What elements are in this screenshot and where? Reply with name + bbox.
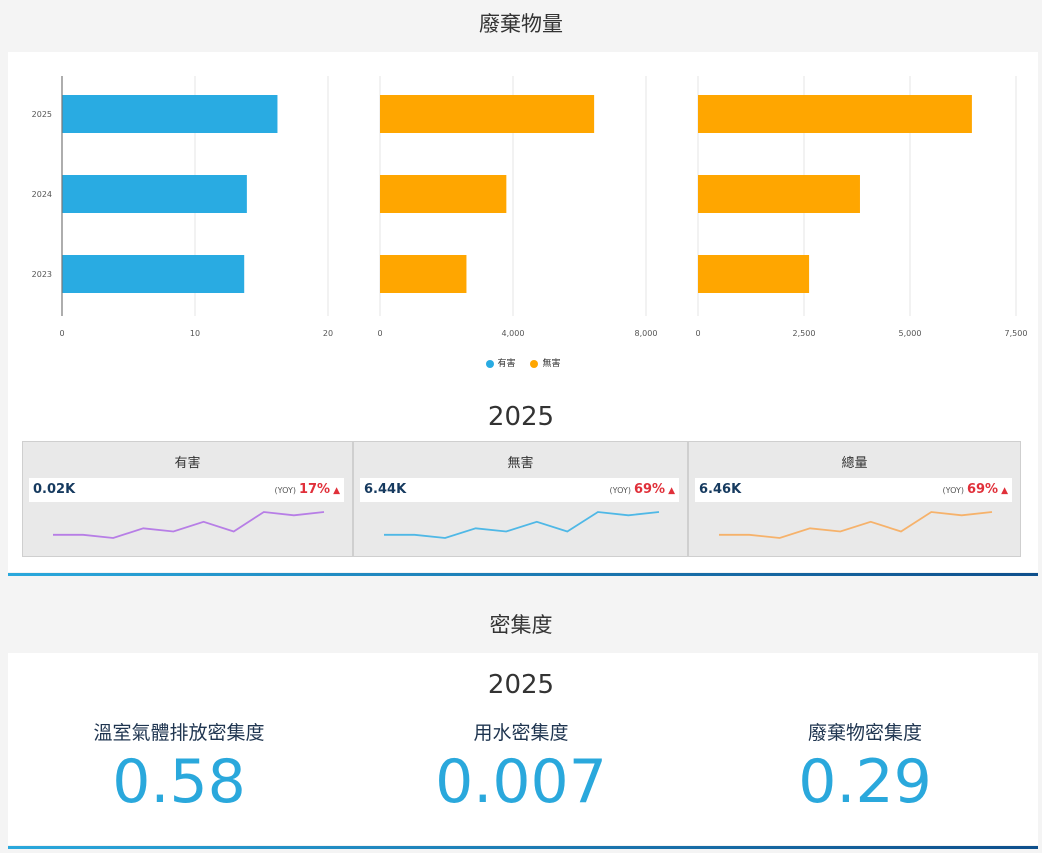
kpi-yoy: (YOY) 17% ▲ [275, 482, 340, 497]
x-tick-label: 20 [323, 329, 333, 338]
section-divider [8, 846, 1038, 849]
x-tick-label: 8,000 [635, 329, 658, 338]
x-tick-label: 4,000 [502, 329, 525, 338]
kpi-title: 有害 [174, 456, 201, 471]
y-tick-label: 2025 [32, 110, 52, 119]
bar [380, 175, 507, 213]
up-arrow-icon: ▲ [1001, 486, 1008, 496]
bar [62, 95, 278, 133]
x-tick-label: 7,500 [1005, 329, 1028, 338]
bar [380, 255, 467, 293]
yoy-percent: 17% [298, 482, 331, 497]
chart-legend: 有害 無害 [8, 356, 1038, 369]
kpi-value: 6.44K [364, 482, 407, 497]
bar [380, 95, 595, 133]
kpi-sparkline [719, 511, 993, 539]
kpi-title: 總量 [841, 456, 868, 471]
y-tick-label: 2024 [32, 190, 52, 199]
kpi-yoy: (YOY) 69% ▲ [943, 482, 1008, 497]
yoy-label: (YOY) [609, 486, 631, 495]
intensity-year: 2025 [487, 670, 555, 700]
kpi-year: 2025 [487, 402, 555, 432]
metric-waste-intensity: 廢棄物密集度 0.29 [700, 718, 1030, 815]
bar [62, 175, 247, 213]
kpi-value-row: 6.44K (YOY) 69% ▲ [360, 478, 679, 502]
metric-label: 用水密集度 [473, 722, 569, 744]
kpi-value-row: 6.46K (YOY) 69% ▲ [695, 478, 1012, 502]
metric-label: 溫室氣體排放密集度 [93, 722, 265, 744]
intensity-section-title: 密集度 [489, 613, 553, 637]
legend-label-nonhazardous: 無害 [542, 359, 561, 369]
waste-bar-charts: 0 10 20 2025 2024 2023 0 4,000 8,000 0 2,500 5,000 7… [32, 76, 1028, 338]
sparkline-path [53, 511, 325, 539]
legend-dot-icon [485, 359, 494, 368]
x-tick-label: 5,000 [899, 329, 922, 338]
metric-label: 廢棄物密集度 [807, 722, 922, 744]
yoy-percent: 69% [966, 482, 999, 497]
kpi-card: 有害 0.02K (YOY) 17% ▲ [22, 441, 353, 557]
kpi-card: 總量 6.46K (YOY) 69% ▲ [688, 441, 1021, 557]
up-arrow-icon: ▲ [668, 486, 675, 496]
yoy-percent: 69% [633, 482, 666, 497]
legend-item-hazardous[interactable]: 有害 [485, 359, 519, 369]
x-tick-label: 0 [59, 329, 64, 338]
metric-value: 0.29 [798, 747, 932, 817]
metric-ghg-intensity: 溫室氣體排放密集度 0.58 [14, 718, 344, 815]
yoy-label: (YOY) [274, 486, 296, 495]
sparkline-path [384, 511, 660, 539]
section-divider [8, 573, 1038, 576]
x-tick-label: 2,500 [793, 329, 816, 338]
kpi-title: 無害 [507, 456, 534, 471]
bar [62, 255, 245, 293]
kpi-value-row: 0.02K (YOY) 17% ▲ [29, 478, 344, 502]
metric-water-intensity: 用水密集度 0.007 [356, 718, 686, 815]
y-tick-label: 2023 [32, 270, 52, 279]
kpi-value: 0.02K [33, 482, 76, 497]
legend-item-nonhazardous[interactable]: 無害 [530, 359, 560, 369]
x-tick-label: 10 [190, 329, 200, 338]
bar [698, 175, 860, 213]
legend-dot-icon [530, 359, 539, 368]
sparkline-path [719, 511, 993, 539]
yoy-label: (YOY) [942, 486, 964, 495]
kpi-value: 6.46K [699, 482, 742, 497]
kpi-yoy: (YOY) 69% ▲ [610, 482, 675, 497]
bar [698, 255, 810, 293]
x-tick-label: 0 [377, 329, 382, 338]
metric-value: 0.58 [112, 747, 246, 817]
legend-label-hazardous: 有害 [497, 359, 516, 369]
kpi-card: 無害 6.44K (YOY) 69% ▲ [353, 441, 688, 557]
x-tick-label: 0 [695, 329, 700, 338]
metric-value: 0.007 [435, 747, 607, 817]
up-arrow-icon: ▲ [333, 486, 340, 496]
bar [698, 95, 972, 133]
waste-section-title: 廢棄物量 [479, 12, 563, 36]
kpi-sparkline [384, 511, 660, 539]
kpi-sparkline [53, 511, 325, 539]
